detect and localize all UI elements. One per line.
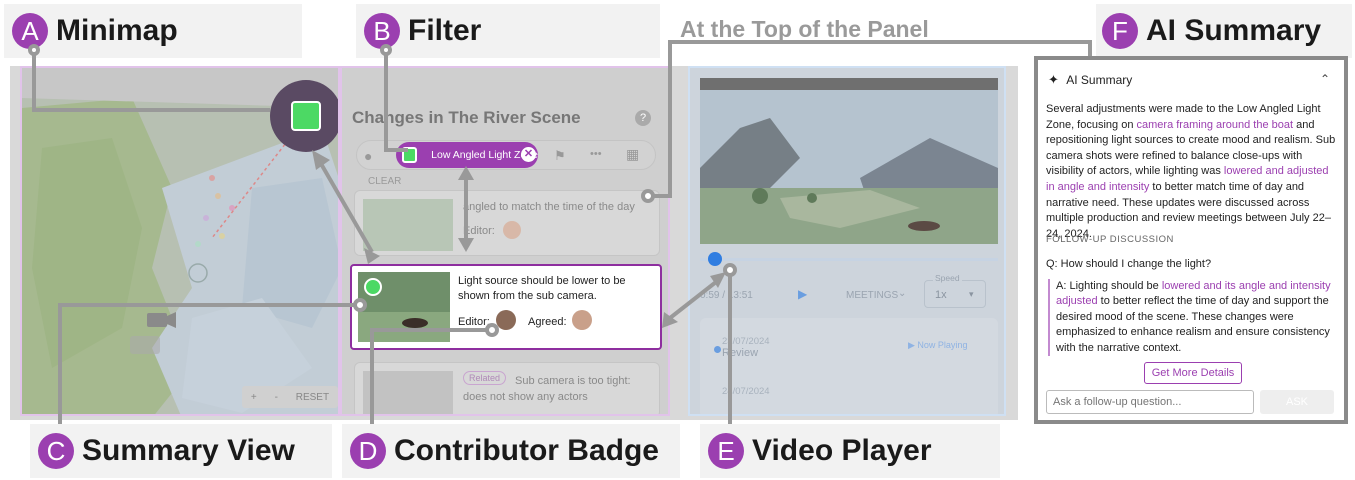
ai-summary-panel: ✦ AI Summary ⌃ Several adjustments were … [1034, 56, 1348, 424]
sparkle-icon: ✦ [1048, 72, 1059, 87]
ai-summary-header: ✦ AI Summary [1048, 72, 1132, 88]
summary-highlight-link[interactable]: camera framing around the boat [1137, 119, 1294, 131]
chevron-up-icon[interactable]: ⌃ [1320, 72, 1330, 86]
answer-part: Lighting should be [1069, 280, 1162, 292]
followup-question-input[interactable] [1046, 390, 1254, 414]
ask-button[interactable]: ASK [1260, 390, 1334, 414]
followup-answer: A: Lighting should be lowered and its an… [1048, 279, 1338, 357]
followup-question: Q: How should I change the light? [1046, 258, 1212, 270]
answer-prefix: A: [1056, 280, 1070, 292]
answer-part: to better reflect the time of day and su… [1056, 295, 1330, 354]
ai-summary-text: Several adjustments were made to the Low… [1046, 102, 1340, 242]
get-more-details-button[interactable]: Get More Details [1144, 362, 1242, 384]
followup-heading: FOLLOW-UP DISCUSSION [1046, 234, 1174, 245]
ai-summary-title: AI Summary [1066, 73, 1133, 87]
